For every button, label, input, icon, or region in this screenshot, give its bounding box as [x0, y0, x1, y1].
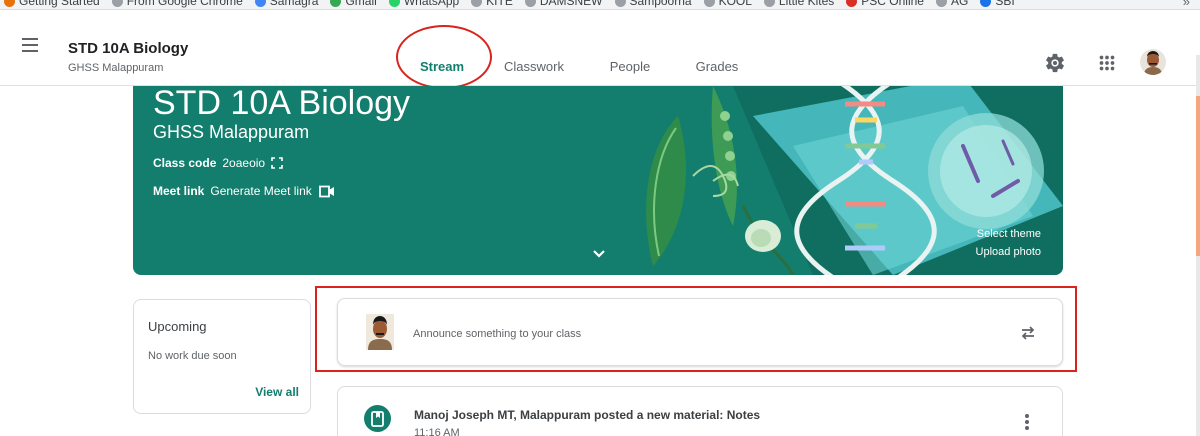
tab-grades[interactable]: Grades [676, 20, 758, 96]
bookmarks-list: Getting Started From Google Chrome Samagra… [4, 0, 1015, 8]
bookmark-item[interactable]: Gmail [330, 0, 377, 8]
view-all-link[interactable]: View all [255, 385, 299, 399]
select-theme-link[interactable]: Select theme [977, 228, 1041, 240]
fullscreen-icon[interactable] [271, 157, 283, 169]
bookmark-favicon-icon [4, 0, 15, 7]
class-code-label: Class code [153, 156, 217, 170]
bookmark-favicon-icon [111, 0, 123, 7]
bookmark-favicon-icon [330, 0, 342, 7]
repost-icon[interactable] [1018, 323, 1038, 343]
bookmark-item[interactable]: WhatsApp [388, 0, 460, 8]
more-vert-icon[interactable] [1024, 413, 1030, 431]
upcoming-title: Upcoming [148, 319, 207, 334]
stream-post[interactable]: Manoj Joseph MT, Malappuram posted a new… [337, 386, 1063, 436]
generate-meet-link[interactable]: Generate Meet link [210, 184, 311, 198]
bookmark-item[interactable]: PSC Online [846, 0, 924, 8]
bookmark-label: From Google Chrome [126, 0, 243, 8]
class-title[interactable]: STD 10A Biology [68, 40, 188, 57]
bookmark-favicon-icon [524, 0, 536, 7]
bookmark-favicon-icon [388, 0, 400, 7]
bookmark-item[interactable]: DAMSNEW [524, 0, 603, 8]
bookmark-item[interactable]: KITE [471, 0, 513, 8]
announce-placeholder[interactable]: Announce something to your class [413, 328, 581, 340]
bookmarks-bar: Getting Started From Google Chrome Samagra… [0, 0, 1200, 10]
bookmark-item[interactable]: SBI [980, 0, 1015, 8]
bookmark-item[interactable]: Samagra [254, 0, 319, 8]
class-tabs: Stream Classwork People Grades [400, 20, 758, 96]
bookmark-favicon-icon [980, 0, 992, 7]
bookmark-item[interactable]: Getting Started [4, 0, 100, 8]
bookmark-label: AG [950, 0, 969, 8]
class-section: GHSS Malappuram [68, 62, 164, 74]
bookmark-label: WhatsApp [403, 0, 460, 8]
bookmark-item[interactable]: Little Kites [763, 0, 835, 8]
upload-photo-link[interactable]: Upload photo [976, 246, 1041, 258]
apps-grid-icon[interactable] [1096, 52, 1118, 74]
bookmark-item[interactable]: KOOL [703, 0, 752, 8]
bookmark-label: KOOL [718, 0, 752, 8]
bookmark-label: Samagra [269, 0, 319, 8]
tab-people[interactable]: People [584, 20, 676, 96]
tab-stream[interactable]: Stream [400, 20, 484, 96]
bookmark-favicon-icon [254, 0, 266, 7]
chevron-down-icon[interactable] [591, 248, 607, 260]
user-avatar [366, 314, 394, 350]
bookmark-label: Gmail [345, 0, 377, 8]
class-code-value: 2oaeoio [222, 156, 266, 170]
bookmark-label: Sampoorna [629, 0, 692, 8]
bookmark-favicon-icon [703, 0, 715, 7]
bookmark-favicon-icon [471, 0, 483, 7]
bookmark-item[interactable]: AG [935, 0, 969, 8]
bookmarks-overflow-button[interactable]: » [1183, 0, 1190, 9]
banner-class-title: STD 10A Biology [153, 86, 411, 122]
bookmark-label: DAMSNEW [539, 0, 603, 8]
gear-icon[interactable] [1044, 52, 1066, 74]
menu-icon[interactable] [22, 38, 38, 52]
bookmark-label: Little Kites [778, 0, 835, 8]
class-code-row: Class code 2oaeoio [153, 156, 283, 170]
scrollbar-thumb[interactable] [1196, 96, 1200, 256]
announce-box[interactable]: Announce something to your class [337, 298, 1063, 366]
bookmark-label: Getting Started [19, 0, 100, 8]
bookmark-item[interactable]: From Google Chrome [111, 0, 243, 8]
post-time: 11:16 AM [414, 427, 460, 436]
bookmark-label: SBI [995, 0, 1015, 8]
bookmark-item[interactable]: Sampoorna [614, 0, 692, 8]
bookmark-favicon-icon [935, 0, 947, 7]
post-title[interactable]: Manoj Joseph MT, Malappuram posted a new… [414, 408, 760, 422]
upcoming-empty-text: No work due soon [148, 350, 237, 362]
bookmark-label: PSC Online [861, 0, 924, 8]
meet-link-row: Meet link Generate Meet link [153, 184, 336, 198]
class-banner: STD 10A Biology GHSS Malappuram Class co… [133, 86, 1063, 275]
banner-class-section: GHSS Malappuram [153, 122, 310, 142]
bookmark-label: KITE [486, 0, 513, 8]
tab-classwork[interactable]: Classwork [484, 20, 584, 96]
top-app-bar: STD 10A Biology GHSS Malappuram Stream C… [0, 10, 1200, 96]
video-camera-icon[interactable] [318, 185, 336, 198]
meet-link-label: Meet link [153, 184, 205, 198]
bookmark-favicon-icon [614, 0, 626, 7]
upcoming-card: Upcoming No work due soon View all [133, 299, 311, 414]
bookmark-favicon-icon [846, 0, 858, 7]
bookmark-favicon-icon [763, 0, 775, 7]
account-avatar[interactable] [1140, 49, 1166, 75]
profile-photo [1140, 49, 1166, 75]
material-icon [364, 405, 391, 432]
